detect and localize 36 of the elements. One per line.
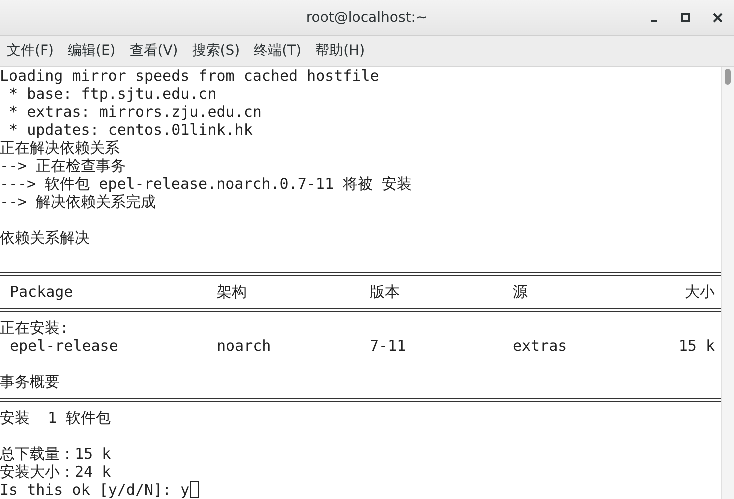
close-icon[interactable]	[712, 12, 724, 24]
terminal-line: --> 正在检查事务	[0, 157, 126, 175]
menu-item[interactable]: 帮助(H)	[308, 42, 372, 60]
table-cell: 大小	[685, 283, 715, 301]
terminal-line: 安装 1 软件包	[0, 409, 112, 427]
menu-item[interactable]: 终端(T)	[247, 42, 309, 60]
table-cell-text: 7-11	[370, 337, 408, 355]
terminal-line: Loading mirror speeds from cached hostfile	[0, 67, 380, 85]
terminal-line: --> 解决依赖关系完成	[0, 193, 156, 211]
terminal-line: 安装大小：24 k	[0, 463, 112, 481]
menu-item[interactable]: 文件(F)	[0, 42, 61, 60]
text-cursor	[190, 481, 199, 498]
table-cell: 15 k	[678, 337, 715, 355]
table-cell-text: 架构	[217, 283, 248, 301]
table-cell-text: 源	[513, 283, 529, 301]
terminal-line: 正在安装:	[0, 319, 70, 337]
terminal-line: 事务概要	[0, 373, 60, 391]
menu-item[interactable]: 编辑(E)	[60, 42, 123, 60]
menu-item[interactable]: 搜索(S)	[185, 42, 248, 60]
terminal-line: 总下载量：15 k	[0, 445, 112, 463]
terminal-line: * updates: centos.01link.hk	[8, 121, 253, 139]
table-cell-text: noarch	[217, 337, 272, 355]
maximize-icon[interactable]	[680, 12, 692, 24]
terminal-line: 正在解决依赖关系	[0, 139, 120, 157]
table-cell-text: 版本	[370, 283, 401, 301]
terminal-line: * extras: mirrors.zju.edu.cn	[8, 103, 262, 121]
terminal-line: * base: ftp.sjtu.edu.cn	[8, 85, 217, 103]
table-cell-text: extras	[513, 337, 568, 355]
prompt-text: Is this ok [y/d/N]:	[0, 481, 173, 499]
table-cell-text: epel-release	[10, 337, 120, 355]
menu-item[interactable]: 查看(V)	[122, 42, 186, 60]
terminal-line: ---> 软件包 epel-release.noarch.0.7-11 将被 安装	[0, 175, 412, 193]
table-cell-text: Package	[10, 283, 74, 301]
typed-text: y	[180, 481, 190, 499]
window-title: root@localhost:~	[306, 10, 428, 26]
terminal-line: 依赖关系解决	[0, 229, 90, 247]
